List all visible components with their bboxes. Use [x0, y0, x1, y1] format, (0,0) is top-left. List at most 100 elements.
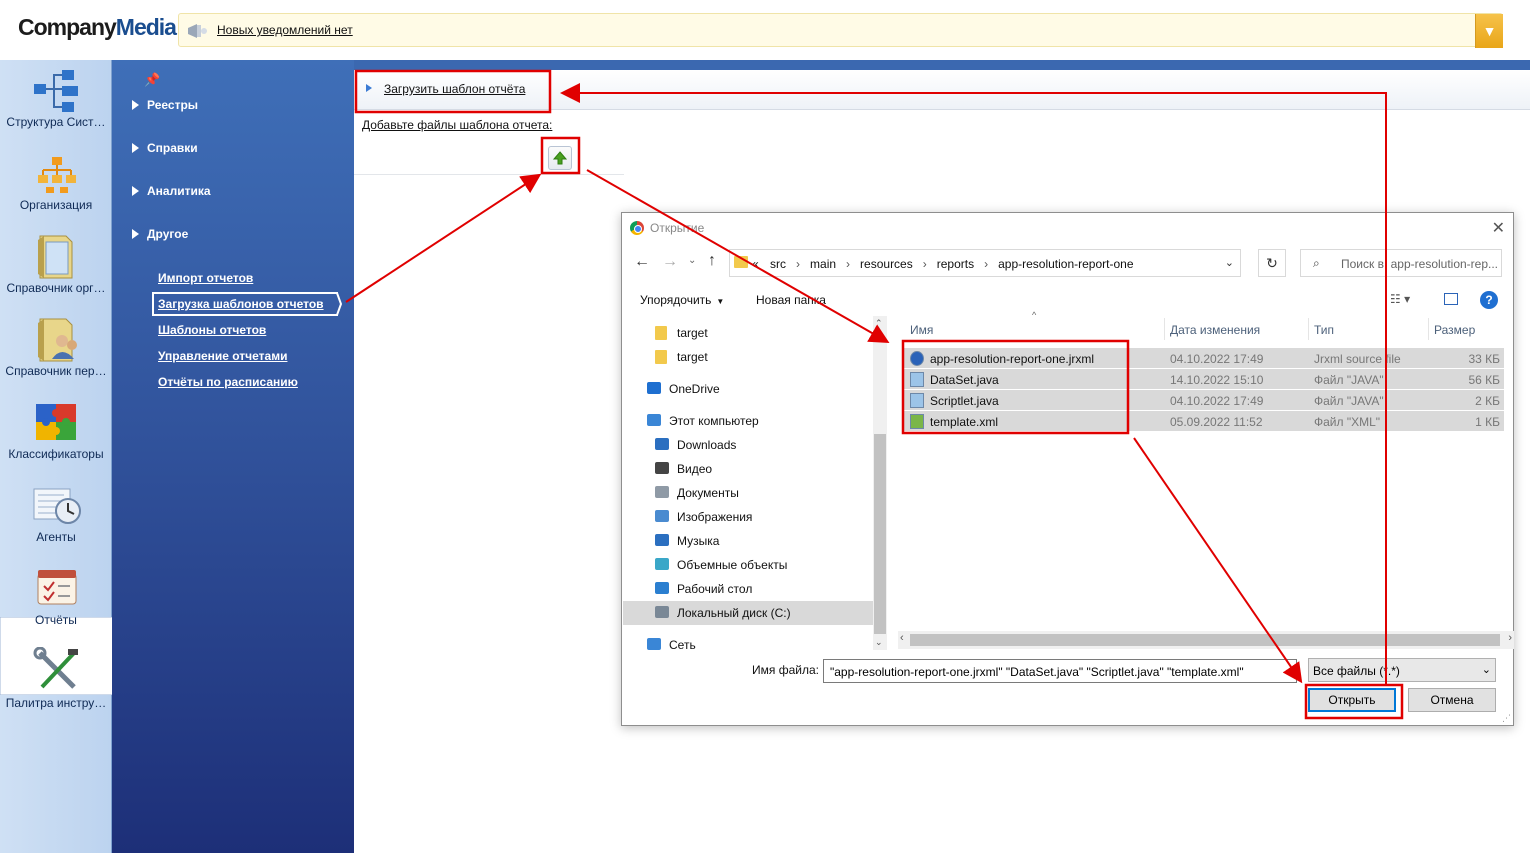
module-classifiers[interactable]: Классификаторы	[0, 392, 112, 475]
back-arrow-icon[interactable]: ←	[634, 253, 650, 271]
tree-item[interactable]: Downloads	[623, 433, 873, 457]
tree-item-label: Изображения	[677, 510, 753, 524]
tree-item-label: Рабочий стол	[677, 582, 753, 596]
module-people-directory[interactable]: Справочник пер…	[0, 309, 112, 392]
close-icon[interactable]: ✕	[1492, 218, 1505, 238]
module-label: Справочник пер…	[5, 364, 107, 378]
preview-pane-icon[interactable]	[1444, 293, 1458, 305]
search-input[interactable]: ⌕ Поиск в: app-resolution-rep...	[1300, 249, 1502, 277]
nav-link-report-templates[interactable]: Шаблоны отчетов	[158, 323, 266, 337]
computer-icon	[647, 414, 661, 426]
navigation-panel: 📌 Реестры Справки Аналитика Другое Импор…	[112, 60, 354, 853]
module-organization[interactable]: Организация	[0, 143, 112, 226]
file-type: Jrxml source file	[1314, 352, 1401, 366]
open-button[interactable]: Открыть	[1308, 688, 1396, 712]
tree-item[interactable]: Локальный диск (C:)	[623, 601, 873, 625]
tree-item[interactable]: Этот компьютер	[623, 409, 873, 433]
refresh-icon[interactable]: ↻	[1258, 249, 1286, 277]
search-icon: ⌕	[1313, 256, 1320, 270]
scroll-up-icon[interactable]: ⌃	[875, 318, 883, 329]
recent-locations-chevron-icon[interactable]: ⌄	[688, 255, 696, 266]
tree-item[interactable]: Объемные объекты	[623, 553, 873, 577]
filetype-select[interactable]: Все файлы (*.*) ⌄	[1308, 658, 1496, 682]
upload-template-button[interactable]: Загрузить шаблон отчёта	[366, 82, 525, 96]
play-icon	[366, 84, 372, 92]
logo-part2: Media	[115, 14, 177, 40]
up-arrow-icon[interactable]: ↑	[708, 252, 716, 270]
address-bar[interactable]: « src › main › resources › reports › app-resolut…	[729, 249, 1241, 277]
nav-group-analytics[interactable]: Аналитика	[132, 184, 211, 198]
breadcrumb-item[interactable]: app-resolution-report-one	[998, 257, 1133, 271]
view-options-icon[interactable]: ☷ ▾	[1390, 292, 1410, 306]
file-name: app-resolution-report-one.jrxml	[930, 352, 1095, 366]
filetype-value: Все файлы (*.*)	[1313, 664, 1400, 678]
module-tools[interactable]: Палитра инстру…	[0, 641, 112, 724]
column-divider[interactable]	[1428, 318, 1429, 340]
file-list-header: ^ Имя Дата изменения Тип Размер	[888, 310, 1514, 340]
tree-item[interactable]: Музыка	[623, 529, 873, 553]
scroll-left-icon[interactable]: ‹	[900, 632, 904, 644]
file-row[interactable]: Scriptlet.java 04.10.2022 17:49 Файл "JAVA…	[902, 390, 1504, 411]
breadcrumb-item[interactable]: reports	[937, 257, 974, 271]
scrollbar-thumb[interactable]	[910, 634, 1500, 646]
nav-group-registries[interactable]: Реестры	[132, 98, 198, 112]
active-link-arrow	[330, 292, 342, 316]
resize-grip-icon[interactable]: ⋰	[1502, 713, 1511, 724]
chevron-down-icon[interactable]: ⌄	[1225, 256, 1234, 269]
expand-arrow-icon	[132, 143, 139, 153]
company-logo[interactable]: CompanyMedia	[18, 14, 177, 41]
scrollbar-thumb[interactable]	[874, 434, 886, 634]
file-open-dialog: Открытие ✕ ← → ⌄ ↑ « src › main › resources ›…	[621, 212, 1514, 726]
file-row[interactable]: app-resolution-report-one.jrxml 04.10.202…	[902, 348, 1504, 369]
tree-item[interactable]: Видео	[623, 457, 873, 481]
breadcrumb-item[interactable]: main	[810, 257, 836, 271]
tree-item-label: Сеть	[669, 638, 696, 652]
nav-group-references[interactable]: Справки	[132, 141, 198, 155]
forward-arrow-icon[interactable]: →	[662, 253, 678, 271]
help-icon[interactable]: ?	[1480, 291, 1498, 309]
notification-dropdown-button[interactable]: ▼	[1475, 14, 1503, 48]
column-header-size[interactable]: Размер	[1434, 323, 1475, 337]
module-org-directory[interactable]: Справочник орг…	[0, 226, 112, 309]
column-header-type[interactable]: Тип	[1314, 323, 1334, 337]
images-icon	[655, 510, 669, 522]
notification-text[interactable]: Новых уведомлений нет	[217, 23, 353, 37]
tree-item[interactable]: OneDrive	[623, 377, 873, 401]
new-folder-button[interactable]: Новая папка	[756, 293, 826, 307]
organize-menu[interactable]: Упорядочить ▼	[640, 293, 724, 307]
tree-scrollbar[interactable]: ⌃ ⌄	[873, 316, 887, 650]
column-header-date[interactable]: Дата изменения	[1170, 323, 1260, 337]
tree-item[interactable]: target	[623, 321, 873, 345]
nav-link-scheduled-reports[interactable]: Отчёты по расписанию	[158, 375, 298, 389]
tree-item[interactable]: Рабочий стол	[623, 577, 873, 601]
nav-link-upload-templates[interactable]: Загрузка шаблонов отчетов	[158, 297, 324, 311]
tree-item[interactable]: Изображения	[623, 505, 873, 529]
scroll-right-icon[interactable]: ›	[1508, 632, 1512, 644]
cancel-button[interactable]: Отмена	[1408, 688, 1496, 712]
tree-item-label: target	[677, 350, 708, 364]
tree-item[interactable]: Сеть	[623, 633, 873, 657]
horizontal-scrollbar[interactable]: ‹ ›	[898, 631, 1514, 649]
nav-link-import-reports[interactable]: Импорт отчетов	[158, 271, 253, 285]
pin-icon[interactable]: 📌	[144, 72, 160, 88]
column-header-name[interactable]: Имя	[910, 323, 933, 337]
column-divider[interactable]	[1308, 318, 1309, 340]
chevron-down-icon[interactable]: ⌄	[1283, 664, 1292, 677]
module-structure[interactable]: Структура Сист…	[0, 60, 112, 143]
tree-item[interactable]: target	[623, 345, 873, 369]
tree-item[interactable]: Документы	[623, 481, 873, 505]
breadcrumb-overflow[interactable]: «	[752, 257, 759, 271]
nav-link-manage-reports[interactable]: Управление отчетами	[158, 349, 287, 363]
column-divider[interactable]	[1164, 318, 1165, 340]
breadcrumb-item[interactable]: src	[770, 257, 786, 271]
file-row[interactable]: template.xml 05.09.2022 11:52 Файл "XML" 1 …	[902, 411, 1504, 432]
documents-icon	[655, 486, 669, 498]
scroll-down-icon[interactable]: ⌄	[875, 637, 883, 648]
nav-group-other[interactable]: Другое	[132, 227, 188, 241]
module-reports[interactable]: Отчёты	[0, 558, 112, 641]
filename-input[interactable]: "app-resolution-report-one.jrxml" "DataS…	[823, 659, 1297, 683]
file-row[interactable]: DataSet.java 14.10.2022 15:10 Файл "JAVA" 5…	[902, 369, 1504, 390]
breadcrumb-item[interactable]: resources	[860, 257, 913, 271]
module-agents[interactable]: Агенты	[0, 475, 112, 558]
upload-file-button[interactable]	[548, 146, 572, 170]
